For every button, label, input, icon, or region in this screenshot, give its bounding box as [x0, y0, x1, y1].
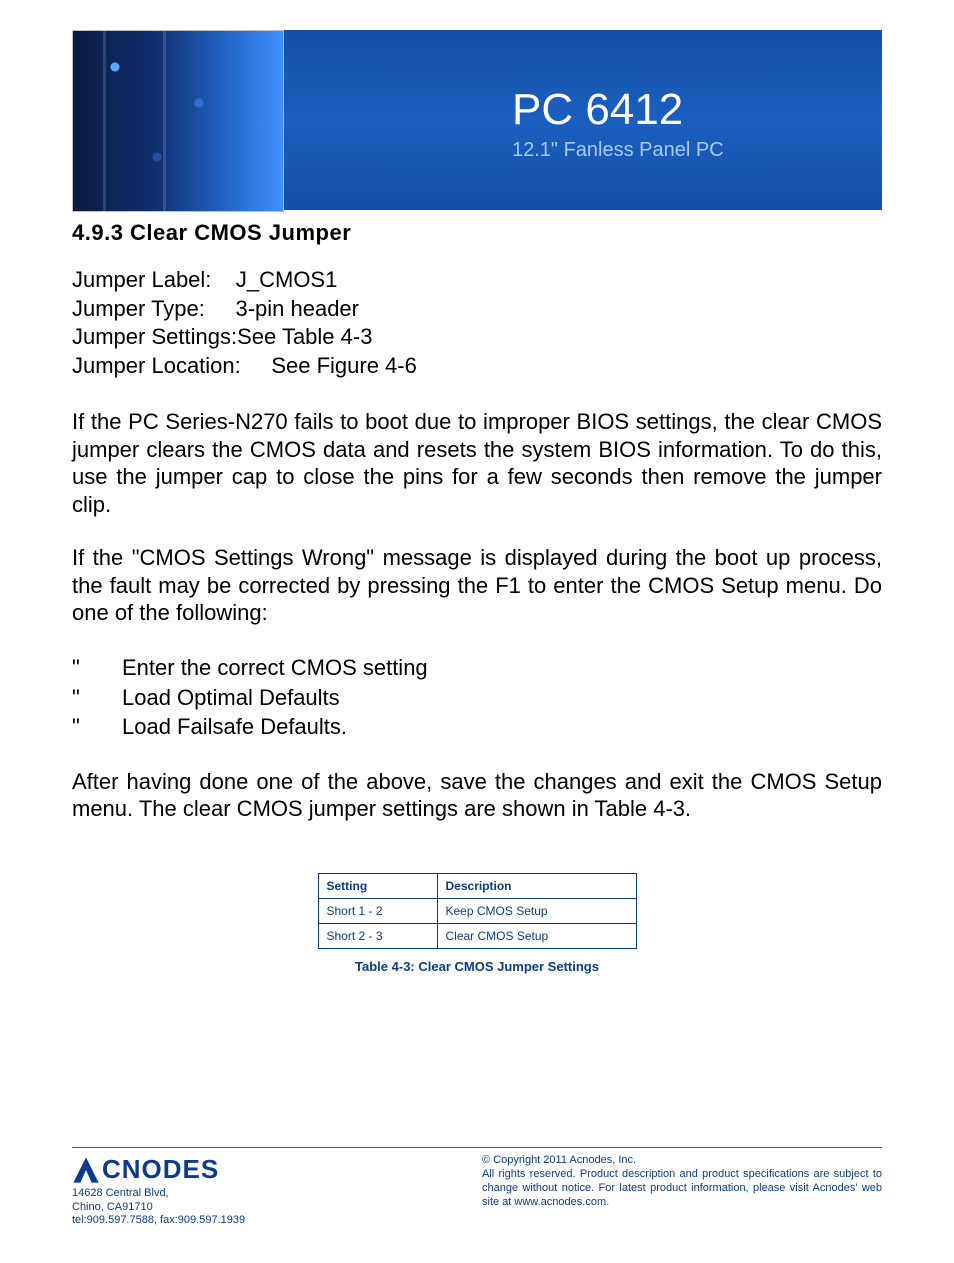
table-row: Short 1 - 2 Keep CMOS Setup	[318, 898, 636, 923]
th-setting: Setting	[318, 873, 437, 898]
bullet-mark: "	[72, 683, 122, 713]
paragraph-3: After having done one of the above, save…	[72, 768, 882, 823]
footer-address-1: 14628 Central Blvd,	[72, 1187, 245, 1200]
table-caption: Table 4-3: Clear CMOS Jumper Settings	[72, 959, 882, 974]
cell-setting: Short 1 - 2	[318, 898, 437, 923]
list-item: "Enter the correct CMOS setting	[72, 653, 882, 683]
bullet-3: Load Failsafe Defaults.	[122, 714, 347, 739]
circuit-board-image	[72, 30, 284, 212]
jumper-settings-value: See Table 4-3	[237, 324, 372, 349]
jumper-type-key: Jumper Type:	[72, 296, 205, 321]
bullet-list: "Enter the correct CMOS setting "Load Op…	[72, 653, 882, 742]
logo-icon	[72, 1156, 100, 1184]
jumper-info-block: Jumper Label: J_CMOS1 Jumper Type: 3-pin…	[72, 266, 882, 380]
banner-text-block: PC 6412 12.1" Fanless Panel PC	[512, 85, 724, 162]
jumper-location-value: See Figure 4-6	[271, 353, 417, 378]
jumper-label-value: J_CMOS1	[236, 267, 337, 292]
th-description: Description	[437, 873, 636, 898]
bullet-mark: "	[72, 653, 122, 683]
list-item: "Load Failsafe Defaults.	[72, 712, 882, 742]
footer-company-block: CNODES 14628 Central Blvd, Chino, CA9171…	[72, 1154, 245, 1227]
header-banner: PC 6412 12.1" Fanless Panel PC	[72, 30, 882, 210]
product-subtitle: 12.1" Fanless Panel PC	[512, 139, 724, 162]
cell-desc: Keep CMOS Setup	[437, 898, 636, 923]
page-footer: CNODES 14628 Central Blvd, Chino, CA9171…	[72, 1147, 882, 1227]
footer-divider	[72, 1147, 882, 1148]
bullet-1: Enter the correct CMOS setting	[122, 655, 428, 680]
paragraph-1: If the PC Series-N270 fails to boot due …	[72, 408, 882, 518]
cell-desc: Clear CMOS Setup	[437, 923, 636, 948]
jumper-label-key: Jumper Label:	[72, 267, 211, 292]
bullet-mark: "	[72, 712, 122, 742]
list-item: "Load Optimal Defaults	[72, 683, 882, 713]
table-row: Short 2 - 3 Clear CMOS Setup	[318, 923, 636, 948]
table-figure: Setting Description Short 1 - 2 Keep CMO…	[72, 873, 882, 974]
jumper-type-value: 3-pin header	[235, 296, 359, 321]
document-content: 4.9.3 Clear CMOS Jumper Jumper Label: J_…	[72, 220, 882, 974]
footer-tel: tel:909.597.7588, fax:909.597.1939	[72, 1214, 245, 1227]
footer-copyright: © Copyright 2011 Acnodes, Inc.	[482, 1154, 882, 1168]
footer-legal-block: © Copyright 2011 Acnodes, Inc. All right…	[482, 1154, 882, 1209]
product-model: PC 6412	[512, 85, 724, 135]
section-heading: 4.9.3 Clear CMOS Jumper	[72, 220, 882, 246]
jumper-location-key: Jumper Location:	[72, 353, 241, 378]
acnodes-logo: CNODES	[72, 1154, 245, 1185]
cmos-settings-table: Setting Description Short 1 - 2 Keep CMO…	[318, 873, 637, 949]
paragraph-2: If the "CMOS Settings Wrong" message is …	[72, 544, 882, 627]
bullet-2: Load Optimal Defaults	[122, 685, 340, 710]
cell-setting: Short 2 - 3	[318, 923, 437, 948]
table-header-row: Setting Description	[318, 873, 636, 898]
logo-text: CNODES	[102, 1154, 219, 1185]
jumper-settings-key: Jumper Settings:	[72, 324, 237, 349]
footer-legal-text: All rights reserved. Product description…	[482, 1168, 882, 1209]
footer-address-2: Chino, CA91710	[72, 1201, 245, 1214]
